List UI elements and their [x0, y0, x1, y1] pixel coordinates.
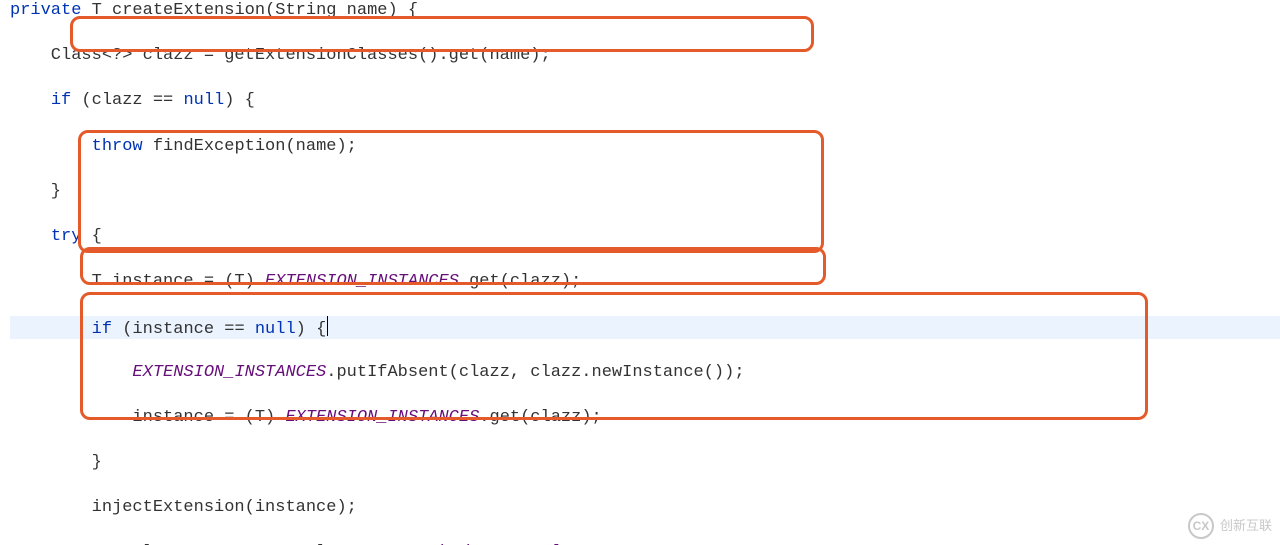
- code-line[interactable]: if (clazz == null) {: [10, 90, 1280, 113]
- code-line[interactable]: }: [10, 181, 1280, 204]
- text-caret: [327, 316, 328, 336]
- code-line[interactable]: Class<?> clazz = getExtensionClasses().g…: [10, 45, 1280, 68]
- code-line-current[interactable]: if (instance == null) {: [10, 316, 1280, 339]
- watermark-logo-icon: CX: [1188, 513, 1214, 539]
- code-line[interactable]: EXTENSION_INSTANCES.putIfAbsent(clazz, c…: [10, 362, 1280, 385]
- code-line[interactable]: T instance = (T) EXTENSION_INSTANCES.get…: [10, 271, 1280, 294]
- code-line[interactable]: private T createExtension(String name) {: [10, 0, 1280, 23]
- code-line[interactable]: }: [10, 452, 1280, 475]
- code-line[interactable]: throw findException(name);: [10, 136, 1280, 159]
- code-line[interactable]: try {: [10, 226, 1280, 249]
- watermark-text: 创新互联: [1220, 515, 1272, 538]
- code-editor[interactable]: private T createExtension(String name) {…: [0, 0, 1280, 545]
- code-line[interactable]: instance = (T) EXTENSION_INSTANCES.get(c…: [10, 407, 1280, 430]
- code-line[interactable]: injectExtension(instance);: [10, 497, 1280, 520]
- watermark: CX 创新互联: [1188, 513, 1272, 539]
